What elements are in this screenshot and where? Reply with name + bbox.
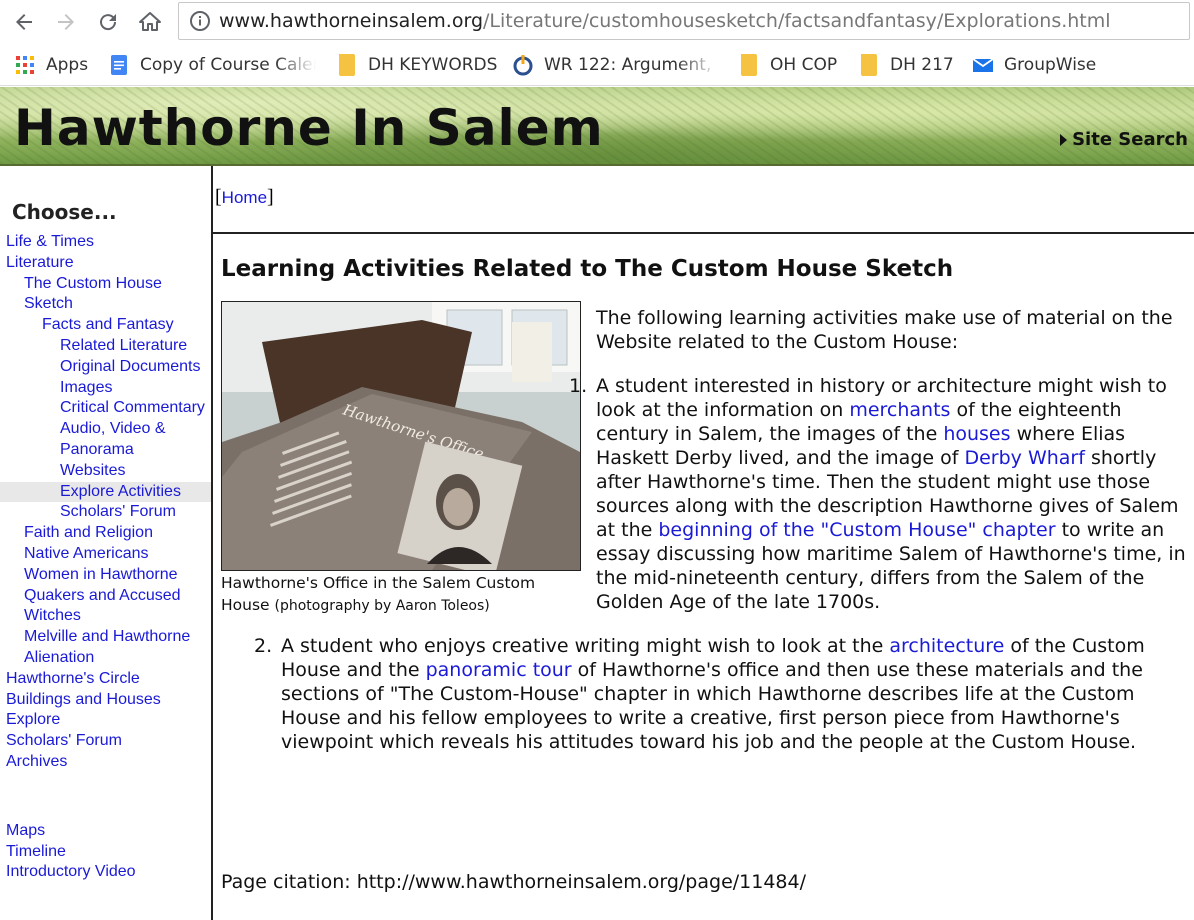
power-icon (513, 55, 533, 76)
home-button[interactable] (134, 6, 166, 38)
reload-button[interactable] (92, 6, 124, 38)
intro-paragraph: The following learning activities make u… (596, 307, 1173, 353)
folder-icon (858, 54, 880, 76)
bookmark-label: WR 122: Argument, S (544, 55, 718, 75)
sidebar-item-audio-video[interactable]: Audio, Video & (0, 419, 211, 440)
bookmark-course-calendar[interactable]: Copy of Course Calen (108, 54, 316, 76)
browser-toolbar: www.hawthorneinsalem.org/Literature/cust… (0, 0, 1194, 44)
info-icon[interactable] (189, 10, 211, 32)
address-bar[interactable]: www.hawthorneinsalem.org/Literature/cust… (178, 2, 1190, 40)
site-title: Hawthorne In Salem (14, 99, 604, 157)
site-search-label: Site Search (1072, 129, 1188, 150)
sidebar-item-melville[interactable]: Melville and Hawthorne (0, 627, 211, 648)
url-text: www.hawthorneinsalem.org/Literature/cust… (219, 10, 1111, 32)
sidebar-item-quakers[interactable]: Quakers and Accused (0, 586, 211, 607)
sidebar-item-hawthornes-circle[interactable]: Hawthorne's Circle (0, 669, 211, 690)
sidebar-item-images[interactable]: Images (0, 378, 211, 399)
architecture-link[interactable]: architecture (889, 635, 1010, 657)
breadcrumb-home-link[interactable]: Home (222, 188, 267, 207)
bracket-open: [ (215, 186, 222, 208)
sidebar-item-literature[interactable]: Literature (0, 253, 211, 274)
office-photo-illustration: Hawthorne's Office (222, 302, 580, 570)
reload-icon (100, 14, 117, 31)
custom-house-chapter-link[interactable]: beginning of the "Custom House" chapter (658, 519, 1061, 541)
breadcrumb: [Home] (213, 166, 1194, 234)
folder-icon (336, 54, 358, 76)
bookmark-oh-cop[interactable]: OH COP (738, 54, 837, 76)
forward-arrow-icon (58, 14, 74, 30)
sidebar-item-related-literature[interactable]: Related Literature (0, 336, 211, 357)
photo-caption: Hawthorne's Office in the Salem Custom H… (221, 572, 581, 617)
sidebar-nav: Life & Times Literature The Custom House… (0, 232, 211, 883)
sidebar-item-explore-activities[interactable]: Explore Activities (0, 481, 211, 503)
sidebar: Choose... Life & Times Literature The Cu… (0, 166, 213, 920)
page-citation: Page citation: http://www.hawthorneinsal… (221, 871, 807, 893)
sidebar-item-archives[interactable]: Archives (0, 752, 211, 773)
home-icon (139, 12, 161, 31)
breadcrumb-text: [Home] (215, 186, 274, 209)
bookmark-label: Copy of Course Calen (140, 55, 316, 75)
bookmark-label: DH KEYWORDS (368, 55, 498, 75)
sidebar-item-faith-religion[interactable]: Faith and Religion (0, 523, 211, 544)
site-banner: Hawthorne In Salem Site Search (0, 87, 1194, 166)
sidebar-item-panorama[interactable]: Panorama (0, 440, 211, 461)
url-host: www.hawthorneinsalem.org (219, 10, 484, 32)
sidebar-heading: Choose... (12, 200, 117, 224)
sidebar-item-facts-fantasy[interactable]: Facts and Fantasy (0, 315, 211, 336)
forward-button[interactable] (50, 6, 82, 38)
activity-1-number: 1. (569, 375, 588, 397)
sidebar-item-critical-commentary[interactable]: Critical Commentary (0, 398, 211, 419)
sidebar-item-explore[interactable]: Explore (0, 710, 211, 731)
sidebar-item-women[interactable]: Women in Hawthorne (0, 565, 211, 586)
sidebar-item-websites[interactable]: Websites (0, 461, 211, 482)
sidebar-item-native-americans[interactable]: Native Americans (0, 544, 211, 565)
sidebar-item-witches[interactable]: Witches (0, 606, 211, 627)
sidebar-item-maps[interactable]: Maps (0, 821, 211, 842)
sidebar-item-timeline[interactable]: Timeline (0, 842, 211, 863)
hawthorne-office-photo: Hawthorne's Office (221, 301, 581, 571)
back-arrow-icon (16, 14, 32, 30)
google-docs-icon (111, 55, 127, 75)
back-button[interactable] (8, 6, 40, 38)
bookmark-wr122[interactable]: WR 122: Argument, S (512, 54, 718, 76)
sidebar-item-custom-house[interactable]: The Custom House (0, 274, 211, 295)
bookmark-apps[interactable]: Apps (14, 54, 88, 76)
bookmark-label: DH 217 (890, 55, 954, 75)
bookmark-groupwise[interactable]: GroupWise (972, 54, 1096, 76)
folder-icon (738, 54, 760, 76)
bookmark-label: OH COP (770, 55, 838, 75)
merchants-link[interactable]: merchants (849, 399, 956, 421)
panoramic-tour-link[interactable]: panoramic tour (426, 659, 578, 681)
apps-grid-icon (16, 56, 34, 74)
sidebar-item-alienation[interactable]: Alienation (0, 648, 211, 669)
triangle-right-icon (1060, 133, 1068, 146)
activity-1-text: A student interested in history or archi… (596, 374, 1188, 614)
mail-icon (972, 58, 994, 72)
sidebar-item-scholars-forum-sub[interactable]: Scholars' Forum (0, 502, 211, 523)
sidebar-item-custom-house-sketch[interactable]: Sketch (0, 294, 211, 315)
caption-credit: (photography by Aaron Toleos) (274, 598, 490, 614)
bookmarks-bar: Apps Copy of Course Calen DH KEYWORDS WR… (0, 44, 1194, 86)
bookmark-dh217[interactable]: DH 217 (858, 54, 954, 76)
houses-link[interactable]: houses (943, 423, 1016, 445)
sidebar-item-life-times[interactable]: Life & Times (0, 232, 211, 253)
page-title: Learning Activities Related to The Custo… (221, 256, 954, 282)
bookmark-label: Apps (46, 55, 89, 75)
derby-wharf-link[interactable]: Derby Wharf (964, 447, 1091, 469)
activity-2-text: A student who enjoys creative writing mi… (281, 634, 1193, 754)
bracket-close: ] (267, 186, 274, 208)
sidebar-item-scholars-forum[interactable]: Scholars' Forum (0, 731, 211, 752)
sidebar-item-original-documents[interactable]: Original Documents (0, 357, 211, 378)
url-path: /Literature/customhousesketch/factsandfa… (483, 10, 1111, 32)
site-search-link[interactable]: Site Search (1060, 129, 1188, 150)
activity-2-text-part: A student who enjoys creative writing mi… (281, 635, 890, 657)
activity-2-number: 2. (254, 635, 273, 657)
sidebar-item-buildings-houses[interactable]: Buildings and Houses (0, 690, 211, 711)
bookmark-label: GroupWise (1004, 55, 1097, 75)
sidebar-item-introductory-video[interactable]: Introductory Video (0, 862, 211, 883)
bookmark-dh-keywords[interactable]: DH KEYWORDS (336, 54, 497, 76)
